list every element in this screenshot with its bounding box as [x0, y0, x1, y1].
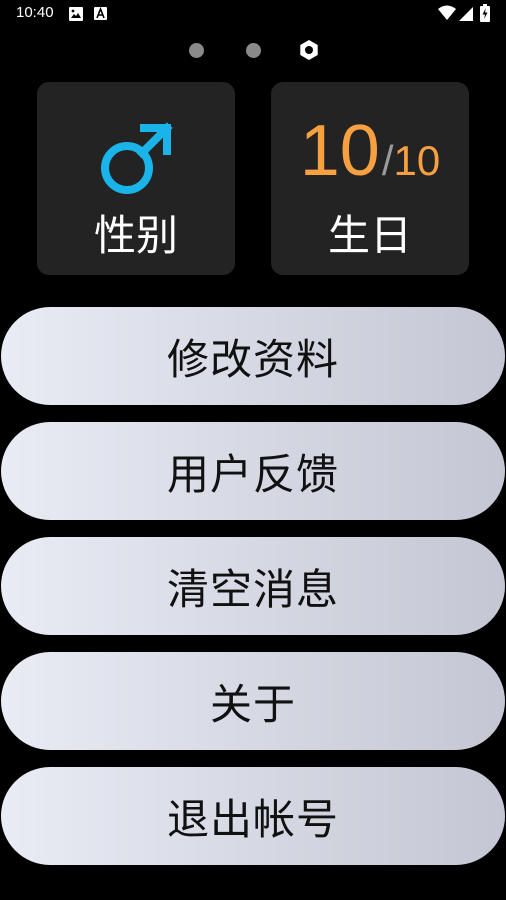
signal-icon — [459, 6, 473, 25]
page-dot-1[interactable] — [189, 43, 204, 58]
about-button[interactable]: 关于 — [1, 652, 505, 750]
page-indicator — [0, 38, 506, 62]
text-icon — [93, 6, 108, 25]
wifi-icon — [438, 5, 456, 25]
image-icon — [68, 6, 84, 26]
male-symbol-icon — [101, 122, 173, 194]
birthday-separator: / — [381, 137, 394, 184]
birthday-label: 生日 — [327, 211, 412, 260]
logout-button[interactable]: 退出帐号 — [1, 767, 505, 865]
battery-icon — [480, 4, 490, 26]
status-bar: 10:40 — [0, 0, 506, 28]
page-dot-2[interactable] — [246, 43, 261, 58]
birthday-card[interactable]: 10/10 生日 — [271, 82, 469, 275]
edit-profile-button[interactable]: 修改资料 — [1, 307, 505, 405]
birthday-day: 10 — [299, 111, 380, 191]
birthday-month: 10 — [393, 137, 441, 184]
feedback-button[interactable]: 用户反馈 — [1, 422, 505, 520]
gender-label: 性别 — [93, 211, 178, 260]
status-time: 10:40 — [16, 4, 54, 21]
page-dot-active-icon[interactable] — [298, 39, 320, 61]
clear-messages-button[interactable]: 清空消息 — [1, 537, 505, 635]
gender-card[interactable]: 性别 — [37, 82, 235, 275]
birthday-value: 10/10 — [271, 110, 469, 192]
